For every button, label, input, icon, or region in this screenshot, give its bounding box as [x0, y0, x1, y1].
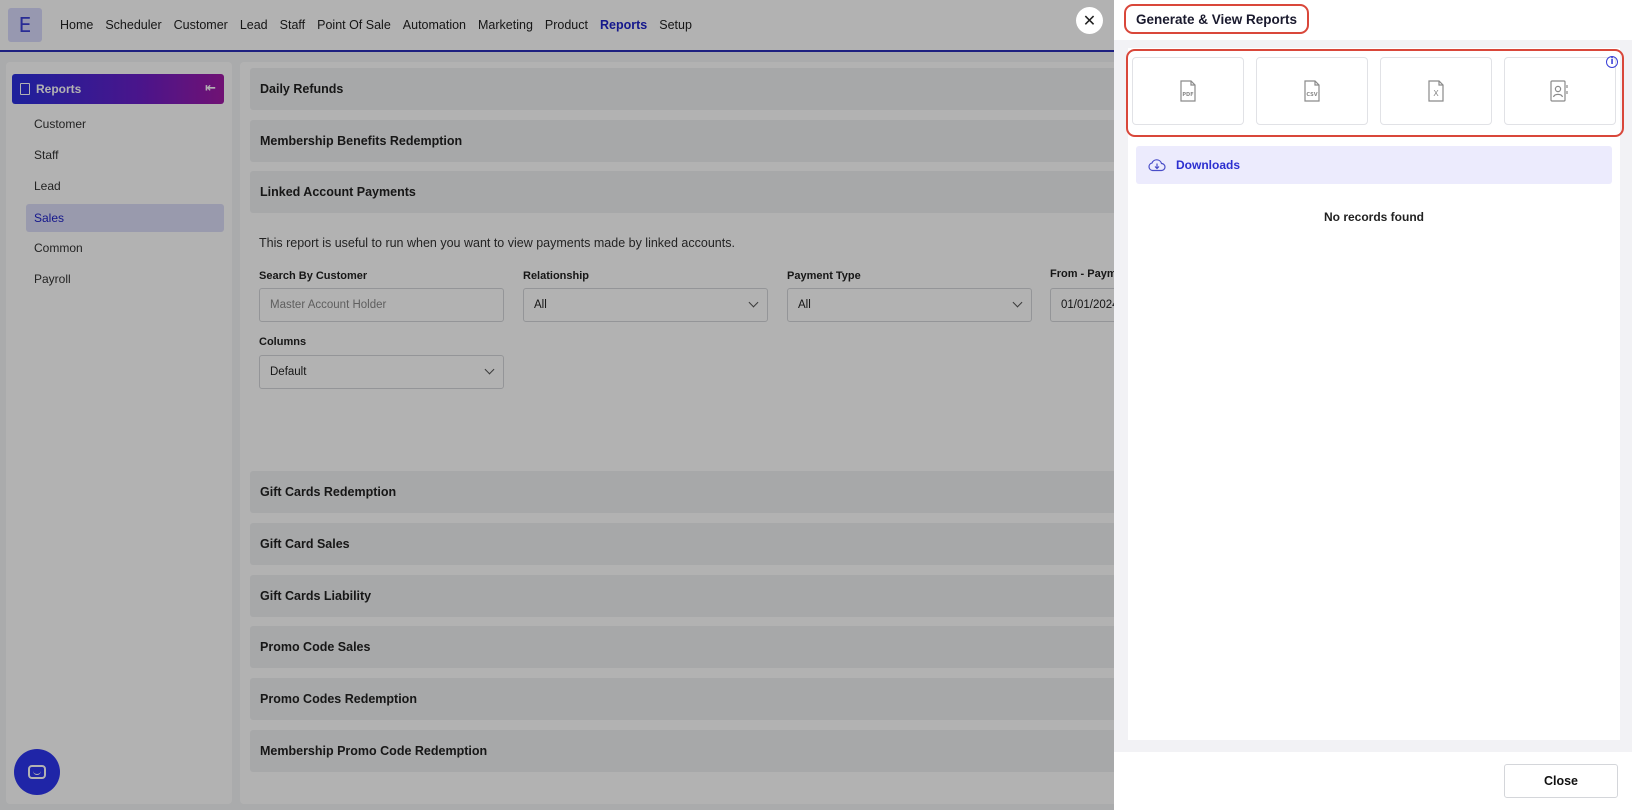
info-icon[interactable]: i	[1606, 56, 1618, 68]
export-pdf-button[interactable]: PDF	[1132, 57, 1244, 125]
pdf-icon: PDF	[1180, 80, 1196, 102]
cloud-download-icon	[1148, 159, 1166, 172]
drawer-body: PDF CSV X i Downloads No records found	[1126, 48, 1624, 740]
csv-icon-label: CSV	[1306, 92, 1317, 98]
drawer-title: Generate & View Reports	[1124, 4, 1310, 34]
contact-report-icon	[1550, 80, 1568, 102]
export-contact-report-button[interactable]	[1504, 57, 1616, 125]
export-options: PDF CSV X i	[1126, 49, 1624, 137]
downloads-bar[interactable]: Downloads	[1136, 146, 1612, 184]
export-excel-button[interactable]: X	[1380, 57, 1492, 125]
close-button[interactable]: Close	[1504, 764, 1618, 798]
csv-icon: CSV	[1304, 80, 1320, 102]
pdf-icon-label: PDF	[1182, 92, 1193, 98]
excel-icon: X	[1428, 80, 1444, 102]
generate-reports-drawer: Generate & View Reports PDF CSV X i Down…	[1114, 0, 1632, 810]
export-csv-button[interactable]: CSV	[1256, 57, 1368, 125]
drawer-footer: Close	[1114, 752, 1632, 810]
close-drawer-icon[interactable]: ✕	[1076, 7, 1103, 34]
downloads-label: Downloads	[1176, 158, 1241, 172]
drawer-header: Generate & View Reports	[1114, 0, 1632, 40]
empty-state-text: No records found	[1323, 210, 1424, 224]
excel-icon-label: X	[1433, 89, 1439, 98]
